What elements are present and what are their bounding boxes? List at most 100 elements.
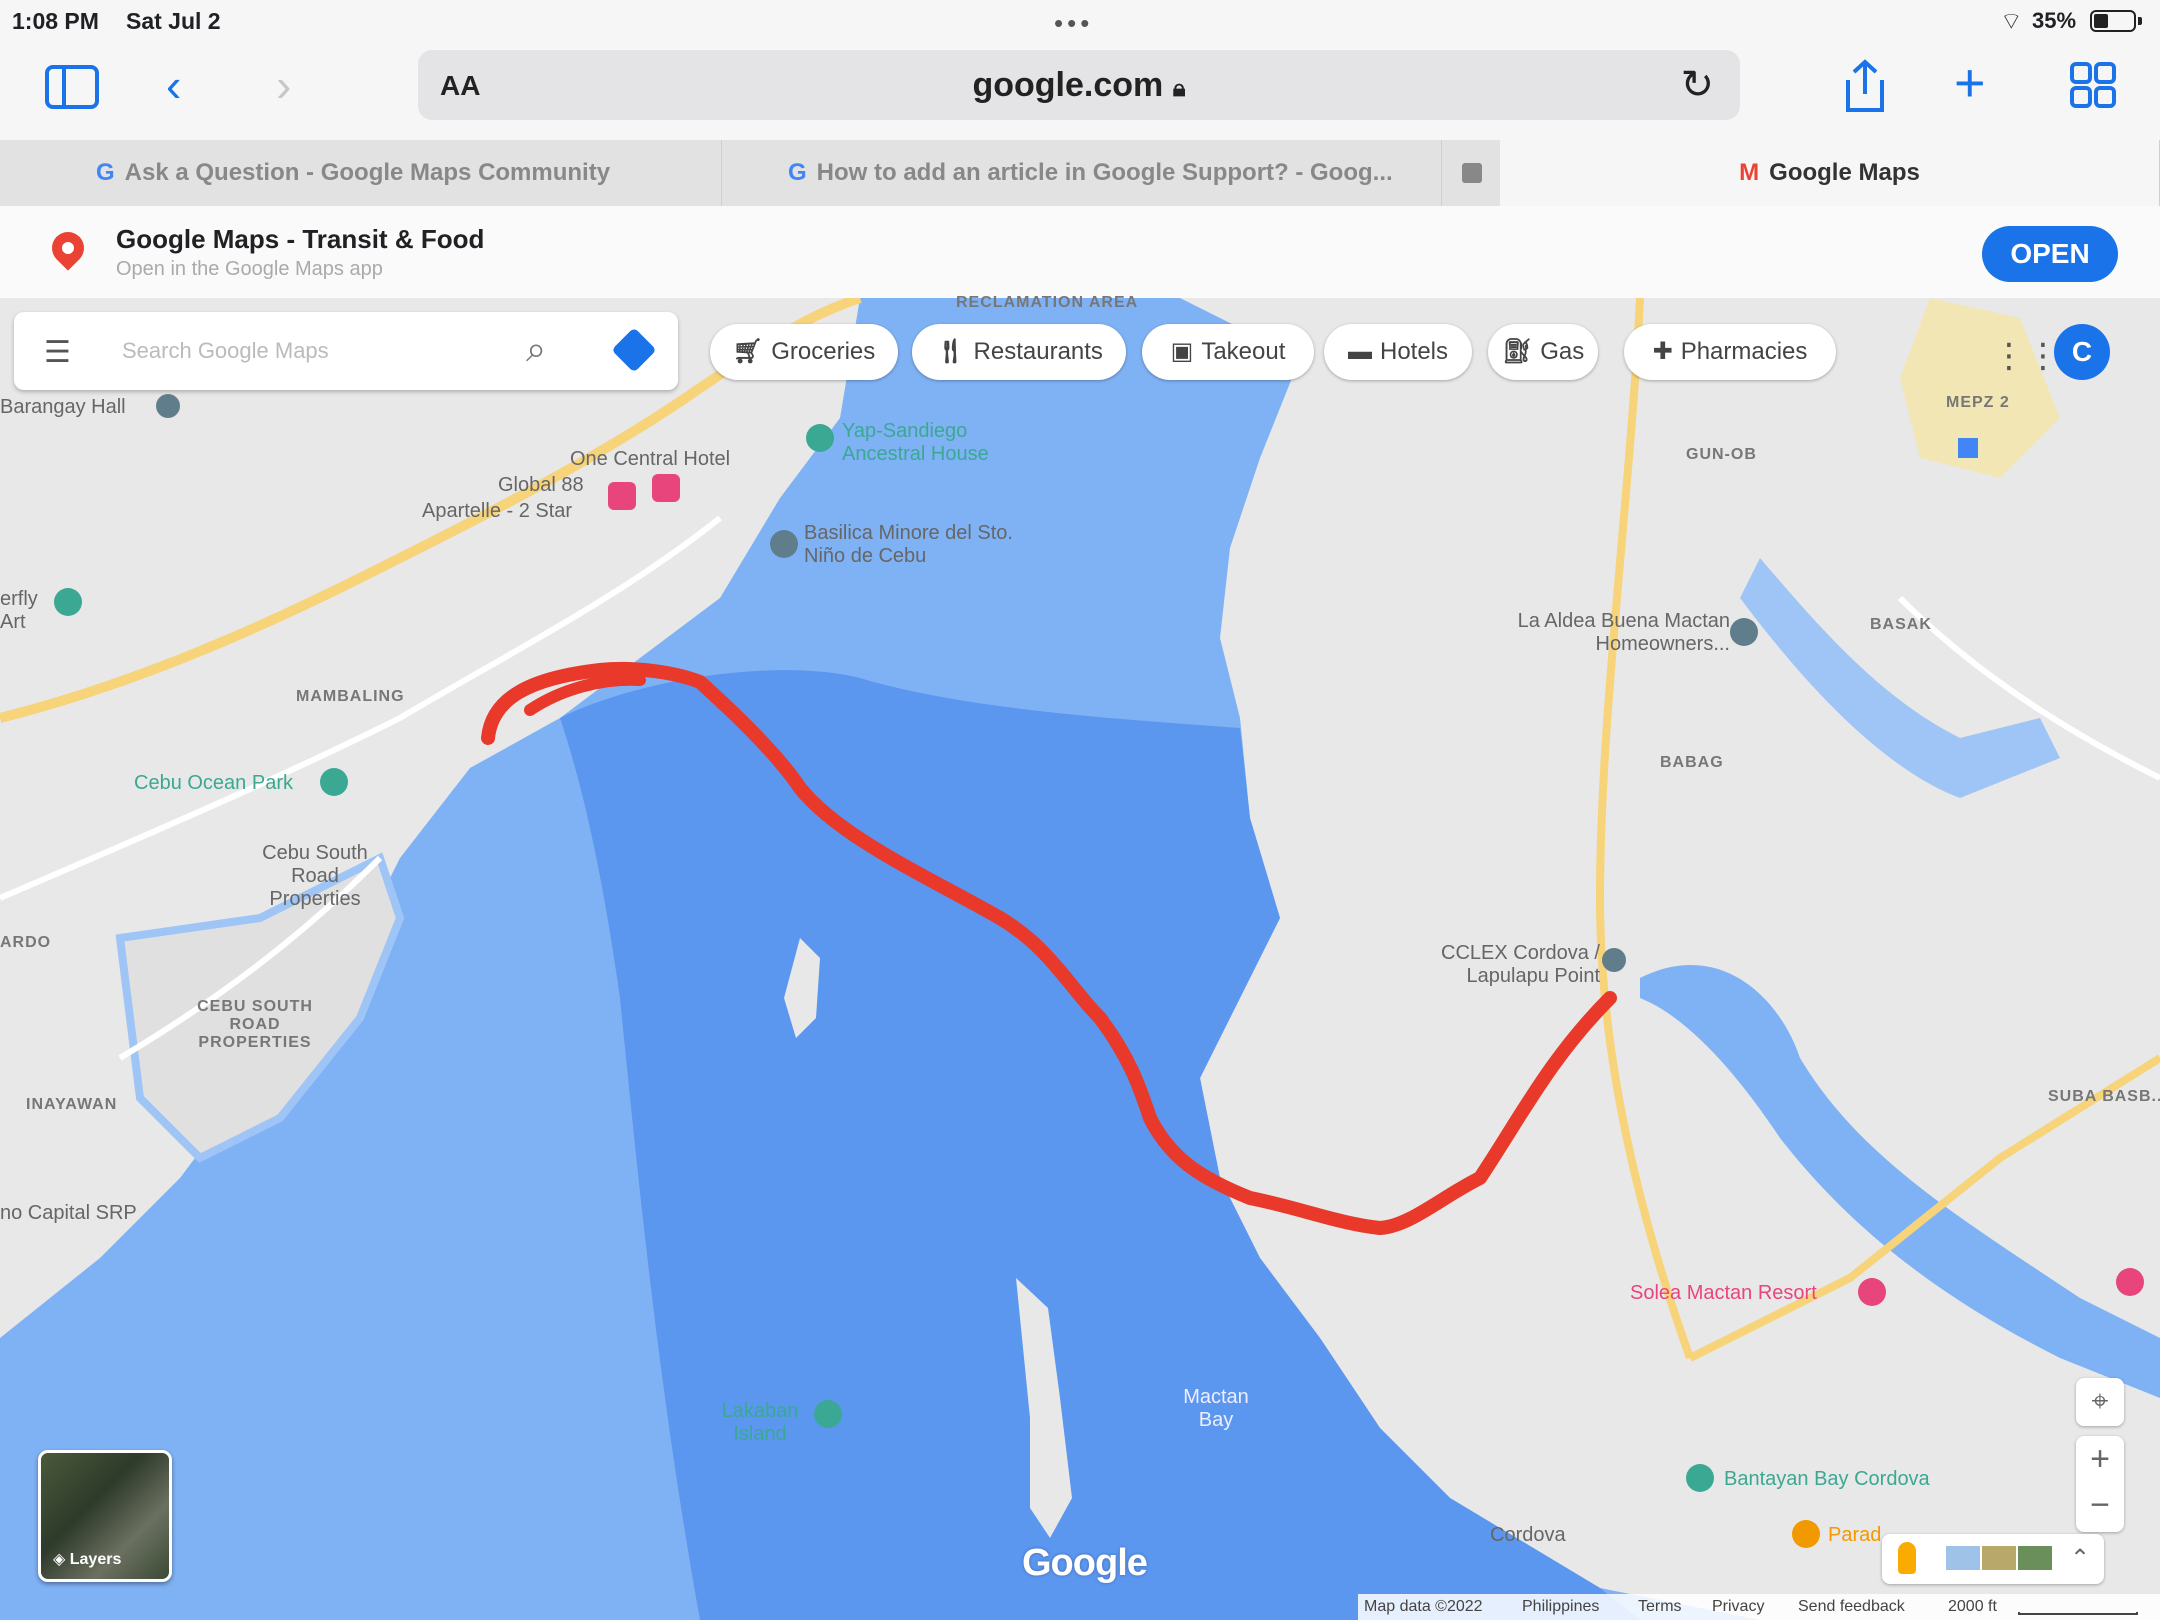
scale-bar bbox=[2018, 1612, 2138, 1615]
send-feedback-link[interactable]: Send feedback bbox=[1798, 1598, 1905, 1616]
takeout-icon: ▣ bbox=[1170, 338, 1194, 365]
address-bar[interactable]: AA google.com 🔒︎ ↻ bbox=[418, 50, 1740, 120]
tab-label: Ask a Question - Google Maps Community bbox=[124, 159, 611, 186]
imagery-thumb[interactable] bbox=[2018, 1546, 2052, 1570]
search-icon[interactable]: ⌕ bbox=[526, 328, 546, 371]
google-logo: Google bbox=[1022, 1542, 1148, 1584]
google-icon: G bbox=[788, 159, 807, 186]
tab-overview-icon[interactable] bbox=[2070, 62, 2116, 108]
chip-label: Takeout bbox=[1201, 338, 1286, 365]
battery-icon bbox=[2090, 10, 2136, 32]
label-basak: BASAK bbox=[1870, 616, 1932, 633]
label-mactan-bay: Mactan Bay bbox=[1183, 1386, 1249, 1431]
tab-maps-community[interactable]: G Ask a Question - Google Maps Community bbox=[0, 140, 722, 206]
label-yap: Yap-Sandiego Ancestral House bbox=[842, 420, 989, 465]
fork-knife-icon: 🍴︎ bbox=[935, 338, 966, 365]
privacy-link[interactable]: Privacy bbox=[1712, 1598, 1764, 1616]
map-base bbox=[0, 298, 2160, 1620]
expand-icon[interactable]: ⌃ bbox=[2070, 1544, 2090, 1573]
label-basilica: Basilica Minore del Sto. Niño de Cebu bbox=[804, 522, 1013, 567]
share-icon[interactable] bbox=[1840, 58, 1890, 116]
region-link[interactable]: Philippines bbox=[1522, 1598, 1599, 1616]
label-one-central: One Central Hotel bbox=[570, 448, 731, 470]
url-text: google.com 🔒︎ bbox=[972, 66, 1186, 104]
forward-icon[interactable]: › bbox=[276, 62, 291, 108]
label-csr-area: CEBU SOUTH ROAD PROPERTIES bbox=[197, 998, 313, 1051]
label-cordova: Cordova bbox=[1490, 1524, 1566, 1546]
terms-link[interactable]: Terms bbox=[1638, 1598, 1682, 1616]
battery-tip bbox=[2138, 17, 2142, 25]
label-gun-ob: GUN-OB bbox=[1686, 446, 1757, 463]
label-ardo: ARDO bbox=[0, 934, 52, 951]
my-location-icon[interactable]: ⌖ bbox=[2076, 1378, 2124, 1426]
zoom-control: + − bbox=[2076, 1436, 2124, 1532]
reload-icon[interactable]: ↻ bbox=[1680, 62, 1714, 108]
label-mepz: MEPZ 2 bbox=[1946, 394, 2010, 411]
cart-icon: 🛒︎ bbox=[732, 338, 764, 365]
label-solea: Solea Mactan Resort bbox=[1630, 1282, 1817, 1304]
app-banner: Google Maps - Transit & Food Open in the… bbox=[0, 206, 2160, 299]
tab-google-support[interactable]: G How to add an article in Google Support… bbox=[722, 140, 1442, 206]
label-mambaling: MAMBALING bbox=[296, 688, 405, 705]
status-bar: 1:08 PM Sat Jul 2 ••• ⌔ 35% bbox=[0, 0, 2160, 44]
open-app-button[interactable]: OPEN bbox=[1982, 226, 2118, 282]
directions-icon[interactable] bbox=[611, 327, 657, 373]
chip-label: Pharmacies bbox=[1680, 338, 1808, 365]
chip-takeout[interactable]: ▣ Takeout bbox=[1142, 324, 1314, 380]
banner-title: Google Maps - Transit & Food bbox=[116, 224, 485, 254]
label-suba: SUBA BASB... bbox=[2048, 1088, 2160, 1105]
bed-icon: ▬ bbox=[1347, 338, 1372, 365]
lock-icon: 🔒︎ bbox=[1172, 75, 1186, 102]
label-capital: no Capital SRP bbox=[0, 1202, 137, 1224]
chip-groceries[interactable]: 🛒︎ Groceries bbox=[710, 324, 898, 380]
chip-hotels[interactable]: ▬ Hotels bbox=[1324, 324, 1472, 380]
tab-close-icon[interactable] bbox=[1462, 163, 1482, 183]
chip-restaurants[interactable]: 🍴︎ Restaurants bbox=[912, 324, 1126, 380]
tab-google-maps[interactable]: M Google Maps bbox=[1500, 140, 2160, 206]
label-cclex: CCLEX Cordova / Lapulapu Point bbox=[1441, 942, 1600, 987]
status-time: 1:08 PM bbox=[12, 8, 99, 34]
label-butterfly: erfly Art bbox=[0, 588, 38, 633]
label-reclamation: RECLAMATION AREA bbox=[956, 294, 1139, 311]
label-babag: BABAG bbox=[1660, 754, 1724, 771]
chip-label: Gas bbox=[1540, 338, 1585, 365]
label-apartelle: Apartelle - 2 Star bbox=[422, 500, 573, 522]
imagery-thumb[interactable] bbox=[1982, 1546, 2016, 1570]
account-avatar[interactable]: C bbox=[2054, 324, 2110, 380]
multitask-dots-icon[interactable]: ••• bbox=[1054, 8, 1093, 39]
chip-label: Hotels bbox=[1379, 338, 1449, 365]
layers-button[interactable]: ◈ Layers bbox=[38, 1450, 172, 1582]
back-icon[interactable]: ‹ bbox=[166, 62, 181, 108]
menu-icon[interactable]: ☰ bbox=[44, 338, 71, 368]
chip-label: Groceries bbox=[771, 338, 876, 365]
tab-bar: G Ask a Question - Google Maps Community … bbox=[0, 140, 2160, 206]
pharmacy-icon: ✚ bbox=[1652, 338, 1673, 365]
new-tab-icon[interactable]: + bbox=[1954, 56, 1986, 110]
scale-text[interactable]: 2000 ft bbox=[1948, 1598, 1997, 1616]
search-input[interactable]: Search Google Maps bbox=[122, 338, 329, 364]
chip-label: Restaurants bbox=[973, 338, 1103, 365]
map-canvas[interactable]: RECLAMATION AREA Barangay Hall One Centr… bbox=[0, 294, 2160, 1620]
zoom-out-button[interactable]: − bbox=[2076, 1486, 2124, 1525]
gas-pump-icon: ⛽︎ bbox=[1501, 338, 1533, 365]
status-date: Sat Jul 2 bbox=[126, 8, 221, 34]
wifi-icon: ⌔ bbox=[2000, 8, 2023, 35]
zoom-in-button[interactable]: + bbox=[2076, 1440, 2124, 1479]
street-view-bar: ⌃ bbox=[1882, 1534, 2104, 1584]
label-lakaban: Lakaban Island bbox=[721, 1400, 799, 1445]
label-barangay-hall: Barangay Hall bbox=[0, 396, 126, 418]
label-global88: Global 88 bbox=[498, 474, 584, 496]
chip-pharmacies[interactable]: ✚ Pharmacies bbox=[1624, 324, 1836, 380]
label-inayawan: INAYAWAN bbox=[26, 1096, 118, 1113]
browser-toolbar: ‹ › AA google.com 🔒︎ ↻ + bbox=[0, 44, 2160, 140]
battery-percent: 35% bbox=[2032, 8, 2077, 33]
pegman-icon[interactable] bbox=[1898, 1542, 1916, 1574]
google-icon: G bbox=[96, 159, 115, 186]
imagery-thumb[interactable] bbox=[1946, 1546, 1980, 1570]
search-box[interactable]: ☰ Search Google Maps ⌕ bbox=[14, 312, 678, 390]
chip-gas[interactable]: ⛽︎ Gas bbox=[1488, 324, 1598, 380]
layers-label: ◈ Layers bbox=[53, 1551, 122, 1568]
tab-label: How to add an article in Google Support?… bbox=[816, 159, 1393, 186]
sidebar-icon[interactable] bbox=[44, 64, 100, 110]
gmail-icon: M bbox=[1739, 159, 1760, 186]
